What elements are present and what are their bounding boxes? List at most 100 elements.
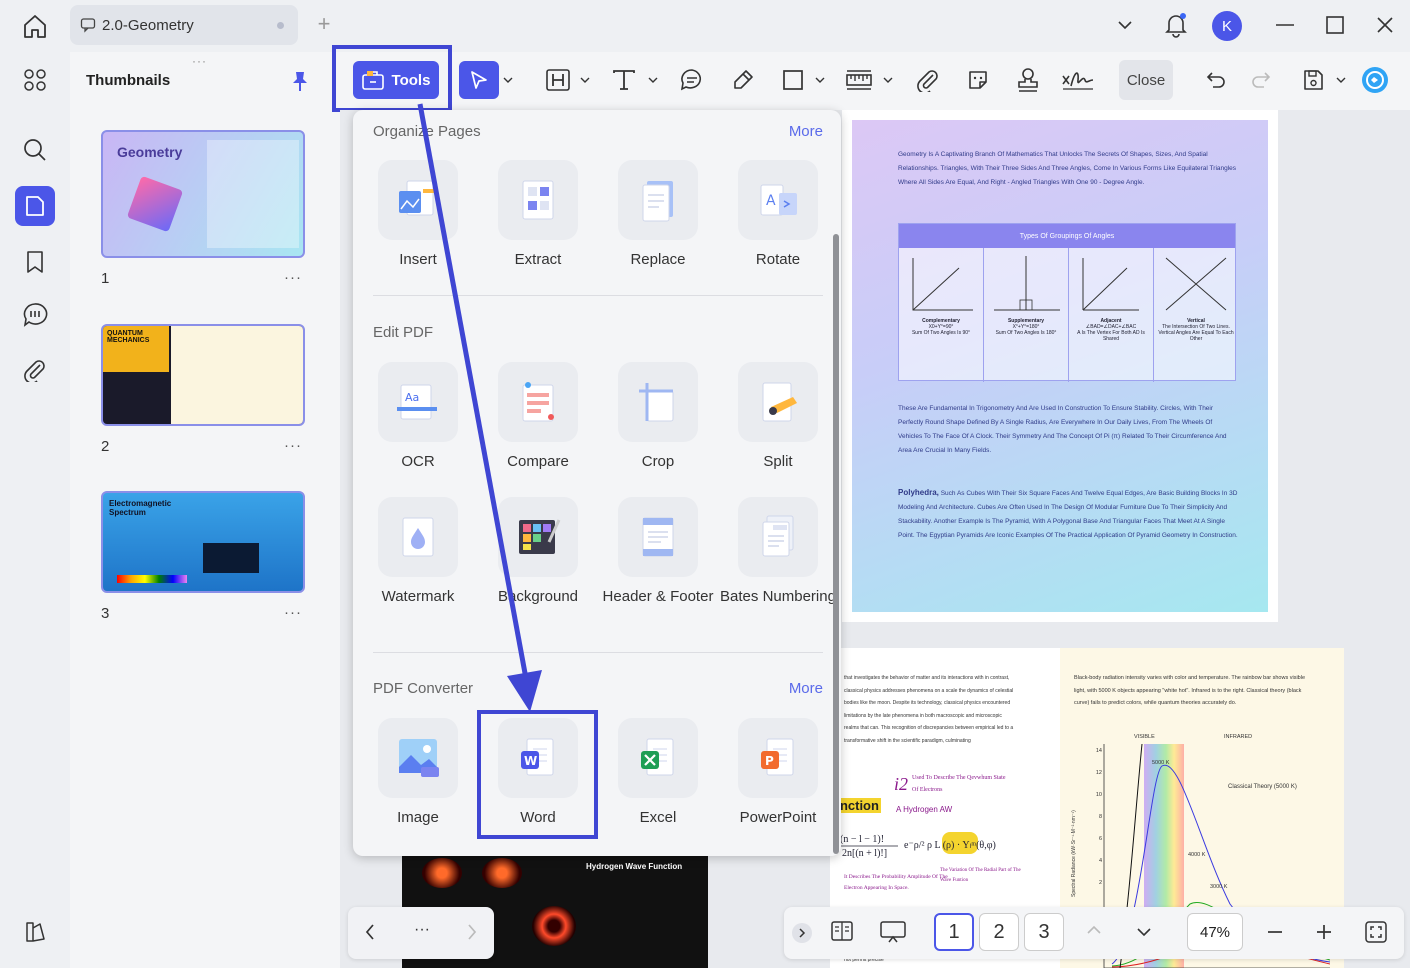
drag-handle-icon[interactable]: ··· xyxy=(192,54,207,68)
redo-icon xyxy=(1252,72,1271,88)
replace-tool[interactable]: Replace xyxy=(598,160,718,270)
scroll-up-button[interactable] xyxy=(1086,925,1102,935)
attach-tool-button[interactable] xyxy=(911,62,945,98)
angle-cell-complementary: Complementary X0+Y°=90° Sum Of Two Angle… xyxy=(899,248,984,382)
signature-tool-button[interactable] xyxy=(1060,62,1096,98)
image-icon xyxy=(399,739,439,777)
thumbnails-panel: ··· Thumbnails Geometry 1 ··· QUANTUM ME… xyxy=(70,52,340,968)
select-tool-button[interactable] xyxy=(459,61,499,99)
zoom-level[interactable]: 47% xyxy=(1187,913,1243,951)
ai-assistant-button[interactable] xyxy=(1358,62,1392,98)
replace-tool-label: Replace xyxy=(630,251,686,268)
svg-text:(n − l − 1)!: (n − l − 1)! xyxy=(840,834,884,845)
wave-function-formula: (n − l − 1)! 2n[(n + l)!] e⁻ρ/² ρ L (ρ) · … xyxy=(834,828,1034,868)
convert-image-tool[interactable]: Image xyxy=(358,718,478,828)
sticker-tool-button[interactable] xyxy=(961,62,995,98)
thumbnails-button[interactable] xyxy=(15,186,55,226)
chevron-down-icon xyxy=(815,77,825,83)
title-bar: 2.0-Geometry + K xyxy=(0,0,1410,50)
tabs-dropdown-button[interactable] xyxy=(1112,12,1138,38)
save-icon xyxy=(1304,70,1323,90)
page-button-2[interactable]: 2 xyxy=(979,913,1019,951)
undo-button[interactable] xyxy=(1199,62,1233,98)
word-highlight-box xyxy=(477,710,598,839)
organize-more-link[interactable]: More xyxy=(789,123,823,140)
thumbnail-page-3[interactable]: Electromagnetic Spectrum xyxy=(101,491,305,593)
panel-toggle-button[interactable] xyxy=(15,912,55,952)
presentation-button[interactable] xyxy=(879,920,907,944)
collapse-bar-button[interactable] xyxy=(792,923,812,943)
fit-page-button[interactable] xyxy=(1364,920,1388,944)
save-button[interactable] xyxy=(1296,62,1330,98)
thumbnail-more-button[interactable]: ··· xyxy=(284,604,302,621)
heading-tool-dropdown[interactable] xyxy=(577,62,593,98)
watermark-tool[interactable]: Watermark xyxy=(358,497,478,607)
measure-tool-dropdown[interactable] xyxy=(880,62,896,98)
page-layout-button[interactable] xyxy=(830,920,854,942)
dropdown-scrollbar[interactable] xyxy=(833,234,839,854)
stamp-tool-button[interactable] xyxy=(1011,62,1045,98)
home-button[interactable] xyxy=(20,11,50,41)
text-tool-dropdown[interactable] xyxy=(645,62,661,98)
thumbnail-page-1[interactable]: Geometry xyxy=(101,130,305,258)
split-tool[interactable]: Split xyxy=(718,362,838,472)
close-window-button[interactable] xyxy=(1372,12,1398,38)
left-rail xyxy=(0,50,68,968)
chevron-down-icon xyxy=(580,77,590,83)
rotate-tool[interactable]: A Rotate xyxy=(718,160,838,270)
close-tool-button[interactable]: Close xyxy=(1119,60,1173,100)
page-button-3[interactable]: 3 xyxy=(1024,913,1064,951)
maximize-button[interactable] xyxy=(1322,12,1348,38)
thumbnail-more-button[interactable]: ··· xyxy=(284,269,302,286)
highlight-tool-button[interactable] xyxy=(726,62,760,98)
ai-assistant-icon xyxy=(1362,67,1388,93)
compare-tool[interactable]: Compare xyxy=(478,362,598,472)
attachments-button[interactable] xyxy=(15,350,55,390)
thumbnail-page-2[interactable]: QUANTUM MECHANICS xyxy=(101,324,305,426)
measure-tool-button[interactable] xyxy=(842,62,876,98)
convert-powerpoint-tool[interactable]: P PowerPoint xyxy=(718,718,838,828)
comment-tool-button[interactable] xyxy=(675,62,709,98)
bates-numbering-tool[interactable]: Bates Numbering xyxy=(718,497,838,607)
search-button[interactable] xyxy=(15,130,55,170)
avatar[interactable]: K xyxy=(1212,11,1242,41)
presentation-icon xyxy=(880,921,906,943)
header-footer-tool[interactable]: Header & Footer xyxy=(598,497,718,607)
bookmark-icon xyxy=(27,251,43,273)
thumbnail-label: Geometry xyxy=(117,144,183,160)
edit-pdf-title: Edit PDF xyxy=(373,324,434,341)
extract-tool[interactable]: Extract xyxy=(478,160,598,270)
shape-tool-dropdown[interactable] xyxy=(812,62,828,98)
background-tool[interactable]: Background xyxy=(478,497,598,607)
minimize-button[interactable] xyxy=(1272,12,1298,38)
save-dropdown[interactable] xyxy=(1333,62,1349,98)
bookmarks-button[interactable] xyxy=(15,242,55,282)
zoom-in-button[interactable] xyxy=(1315,923,1333,941)
page-button-1[interactable]: 1 xyxy=(934,913,974,951)
scroll-down-button[interactable] xyxy=(1136,927,1152,937)
comments-button[interactable] xyxy=(15,295,55,335)
pin-button[interactable] xyxy=(290,70,310,92)
new-tab-button[interactable]: + xyxy=(312,13,336,37)
select-tool-dropdown[interactable] xyxy=(500,62,516,98)
next-button[interactable] xyxy=(466,923,478,941)
redo-button[interactable] xyxy=(1244,62,1278,98)
nav-more-button[interactable]: ··· xyxy=(414,921,430,939)
ocr-tool[interactable]: Aa OCR xyxy=(358,362,478,472)
heading-tool-button[interactable] xyxy=(541,62,575,98)
watermark-icon xyxy=(402,517,434,557)
apps-button[interactable] xyxy=(15,60,55,100)
thumbnail-more-button[interactable]: ··· xyxy=(284,437,302,454)
prev-button[interactable] xyxy=(364,923,376,941)
converter-more-link[interactable]: More xyxy=(789,680,823,697)
page2-variation: The Variation Of The Radial Part of The … xyxy=(940,868,1021,883)
text-tool-button[interactable] xyxy=(607,62,641,98)
shape-tool-button[interactable] xyxy=(776,62,810,98)
zoom-out-button[interactable] xyxy=(1266,923,1284,941)
compare-tool-label: Compare xyxy=(507,453,569,470)
crop-tool[interactable]: Crop xyxy=(598,362,718,472)
insert-tool[interactable]: Insert xyxy=(358,160,478,270)
document-tab[interactable]: 2.0-Geometry xyxy=(70,5,298,45)
convert-excel-tool[interactable]: Excel xyxy=(598,718,718,828)
notifications-button[interactable] xyxy=(1162,12,1190,38)
